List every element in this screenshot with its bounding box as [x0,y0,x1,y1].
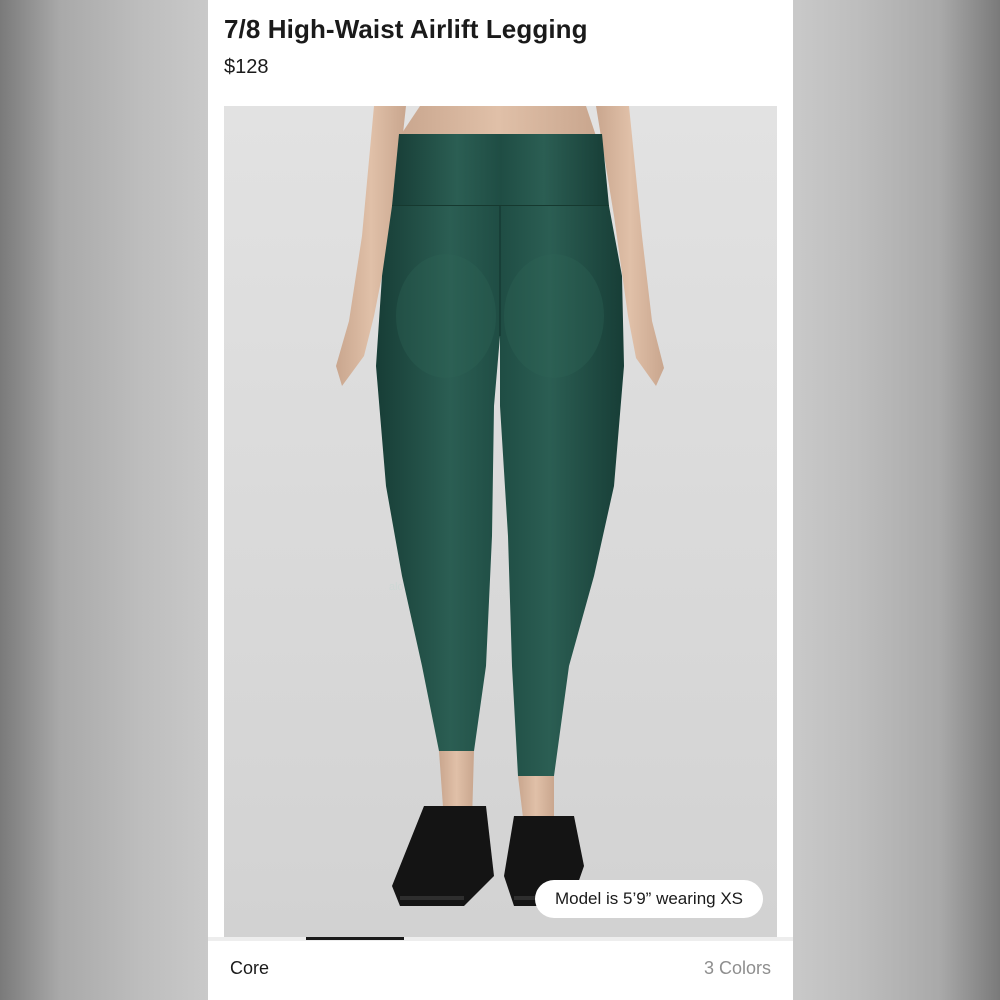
colors-count-link[interactable]: 3 Colors [704,958,771,979]
product-title: 7/8 High-Waist Airlift Legging [224,14,588,44]
torso-skin [400,106,596,136]
product-price: $128 [224,56,269,78]
waistband [392,134,609,206]
screenshot-backdrop: 7/8 High-Waist Airlift Legging $128 alo … [0,0,1000,1000]
legging-photo-illustration: alo [224,106,777,938]
collection-label: Core [230,958,270,978]
alo-logo: alo [389,581,404,593]
model-info-badge: Model is 5’9” wearing XS [534,880,763,918]
product-page: 7/8 High-Waist Airlift Legging $128 alo … [208,0,793,1000]
color-selector-bar: Core 3 Colors [208,940,793,1000]
product-image[interactable]: alo Model is 5’9” wearing XS [224,106,777,938]
